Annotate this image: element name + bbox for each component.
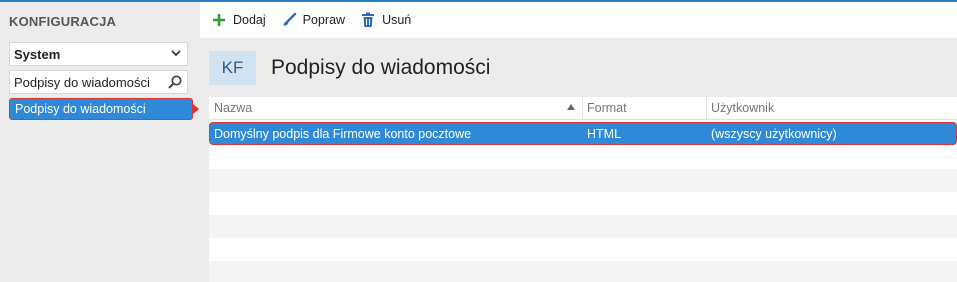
toolbar: Dodaj Popraw Usuń xyxy=(210,2,425,38)
page-title: Podpisy do wiadomości xyxy=(271,56,491,79)
search-icon[interactable] xyxy=(167,74,183,90)
column-header-format[interactable]: Format xyxy=(587,101,627,115)
tree-item-signatures[interactable]: Podpisy do wiadomości xyxy=(9,98,199,120)
plus-icon xyxy=(210,11,228,29)
add-button[interactable]: Dodaj xyxy=(210,11,266,29)
table-row-empty xyxy=(209,261,957,282)
main-content: KF Podpisy do wiadomości Nazwa Format Uż… xyxy=(200,38,957,282)
brush-icon xyxy=(280,11,298,29)
add-button-label: Dodaj xyxy=(233,13,266,27)
table-row-empty xyxy=(209,238,957,261)
cell-name: Domyślny podpis dla Firmowe konto poczto… xyxy=(214,127,472,141)
sidebar-title: KONFIGURACJA xyxy=(9,14,117,29)
sort-ascending-icon[interactable] xyxy=(567,104,575,110)
table-row-empty xyxy=(209,192,957,215)
table-row[interactable]: Domyślny podpis dla Firmowe konto poczto… xyxy=(209,122,957,145)
module-badge: KF xyxy=(209,51,256,85)
edit-button-label: Popraw xyxy=(302,13,346,27)
sidebar: KONFIGURACJA System Podpisy do wiadomośc… xyxy=(0,2,200,282)
search-input[interactable]: Podpisy do wiadomości xyxy=(9,70,188,94)
module-select[interactable]: System xyxy=(9,42,188,66)
column-divider[interactable] xyxy=(582,97,583,120)
column-header-user[interactable]: Użytkownik xyxy=(711,101,774,115)
column-header-name[interactable]: Nazwa xyxy=(214,101,252,115)
delete-button-label: Usuń xyxy=(382,13,412,27)
tree-item-label: Podpisy do wiadomości xyxy=(15,102,146,116)
table-row-empty xyxy=(209,169,957,192)
table-row-empty xyxy=(209,146,957,169)
page-header: KF Podpisy do wiadomości xyxy=(200,38,957,96)
cell-user: (wszyscy użytkownicy) xyxy=(711,127,837,141)
trash-icon xyxy=(359,11,377,29)
search-input-value: Podpisy do wiadomości xyxy=(14,74,150,90)
column-divider[interactable] xyxy=(706,97,707,120)
signatures-grid: Nazwa Format Użytkownik Domyślny podpis … xyxy=(209,97,957,282)
cell-format: HTML xyxy=(587,127,622,141)
delete-button[interactable]: Usuń xyxy=(359,11,411,29)
table-row-empty xyxy=(209,215,957,238)
chevron-down-icon[interactable] xyxy=(170,45,182,64)
module-select-value: System xyxy=(14,46,61,62)
grid-header: Nazwa Format Użytkownik xyxy=(209,97,957,120)
edit-button[interactable]: Popraw xyxy=(280,11,345,29)
